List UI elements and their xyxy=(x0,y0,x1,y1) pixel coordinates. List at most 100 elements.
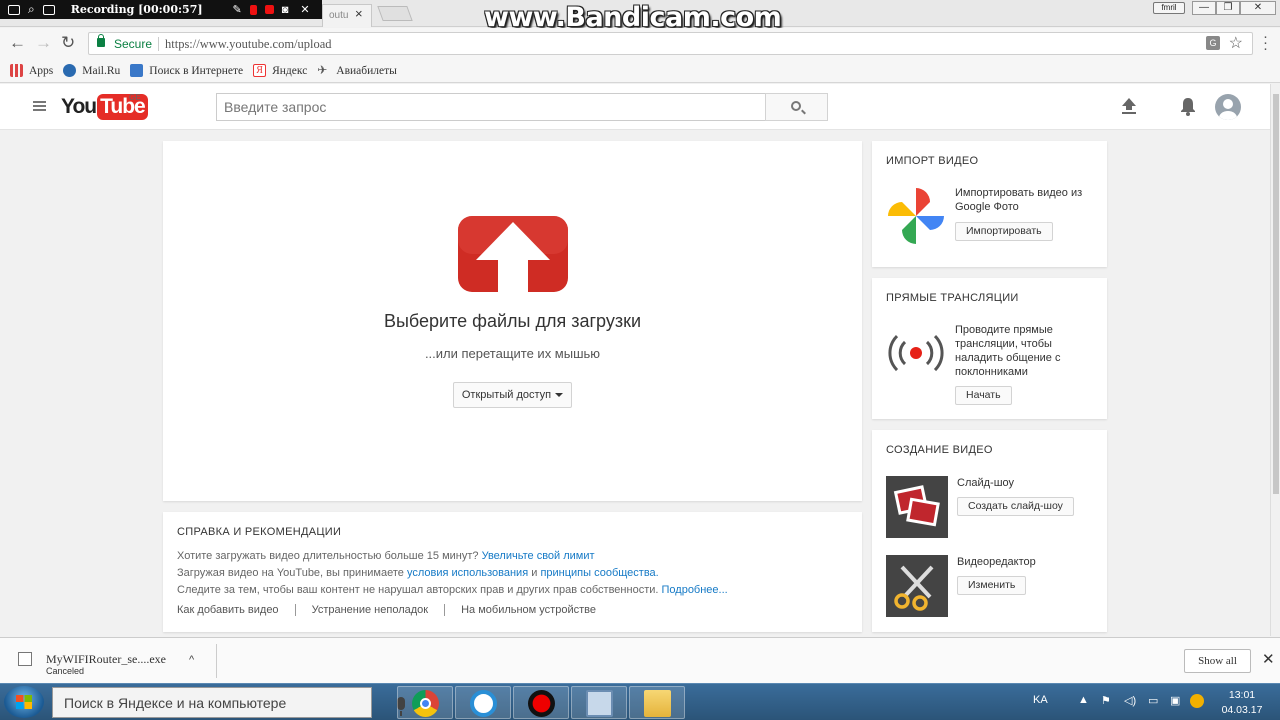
network-app-icon xyxy=(586,690,613,717)
window-icon[interactable] xyxy=(8,4,20,15)
help-links: Как добавить видео Устранение неполадок … xyxy=(177,604,612,616)
chrome-icon xyxy=(412,690,439,717)
new-tab-button[interactable] xyxy=(377,6,413,21)
taskbar-explorer[interactable] xyxy=(629,686,685,719)
windows-logo-icon xyxy=(16,695,32,709)
guide-menu-icon[interactable] xyxy=(33,101,46,111)
download-filename[interactable]: MyWIFIRouter_se....exe xyxy=(46,652,166,667)
download-status: Canceled xyxy=(46,666,85,676)
forward-icon[interactable]: → xyxy=(35,33,52,53)
tray-yandex-icon[interactable] xyxy=(1190,694,1204,708)
plane-icon: ✈ xyxy=(317,63,328,77)
import-description: Импортировать видео из Google Фото xyxy=(955,187,1083,213)
bookmark-avia[interactable]: ✈ Авиабилеты xyxy=(317,64,397,77)
search-icon xyxy=(791,101,801,111)
upload-title[interactable]: Выберите файлы для загрузки xyxy=(163,311,862,332)
video-editor-label: Видеоредактор xyxy=(957,556,1036,568)
taskbar-chrome[interactable] xyxy=(397,686,453,719)
region-icon[interactable] xyxy=(42,4,55,15)
pause-icon[interactable] xyxy=(249,4,257,15)
help-title: СПРАВКА И РЕКОМЕНДАЦИИ xyxy=(177,526,342,538)
browser-tab[interactable]: outu xyxy=(322,4,372,27)
taskbar-search[interactable]: Поиск в Яндексе и на компьютере xyxy=(52,687,405,718)
mobile-upload-link[interactable]: На мобильном устройстве xyxy=(444,604,612,616)
recording-timer: Recording [00:00:57] xyxy=(70,3,203,16)
language-indicator[interactable]: KA xyxy=(1033,694,1048,706)
tab-close-icon[interactable]: × xyxy=(355,6,363,21)
download-shelf: MyWIFIRouter_se....exe Canceled ^ Show a… xyxy=(0,637,1280,683)
upload-icon[interactable] xyxy=(1121,97,1137,115)
bookmark-mailru[interactable]: Mail.Ru xyxy=(63,64,120,77)
tray-arrow-icon[interactable]: ▲ xyxy=(1078,694,1089,706)
system-clock[interactable]: 13:01 04.03.17 xyxy=(1212,688,1272,718)
drag-hint: ...или перетащите их мышью xyxy=(424,346,601,361)
close-shelf-icon[interactable]: ✕ xyxy=(1262,650,1275,668)
folder-icon xyxy=(644,690,671,717)
window-close-button[interactable]: ✕ xyxy=(1240,1,1276,15)
bookmark-apps[interactable]: Apps xyxy=(10,64,53,77)
divider xyxy=(158,37,159,51)
flag-icon[interactable]: ⚑ xyxy=(1101,694,1111,707)
bookmark-search-web[interactable]: Поиск в Интернете xyxy=(130,64,243,77)
search-input[interactable]: Введите запрос xyxy=(216,93,766,121)
browser-toolbar: ← → ↻ Secure https://www.youtube.com/upl… xyxy=(0,28,1280,59)
guidelines-link[interactable]: принципы сообщества. xyxy=(540,567,658,579)
live-streaming-card: ПРЯМЫЕ ТРАНСЛЯЦИИ Проводите прямые транс… xyxy=(872,278,1107,419)
privacy-dropdown[interactable]: Открытый доступ xyxy=(453,382,572,408)
bookmark-star-icon[interactable]: ☆ xyxy=(1229,33,1243,53)
start-button[interactable] xyxy=(4,686,44,718)
circle-app-icon xyxy=(470,690,497,717)
increase-limit-link[interactable]: Увеличьте свой лимит xyxy=(482,550,595,562)
bookmark-yandex[interactable]: Я Яндекс xyxy=(253,64,307,77)
scrollbar-thumb[interactable] xyxy=(1273,94,1279,494)
file-icon xyxy=(18,652,32,666)
taskbar-bandicam[interactable] xyxy=(513,686,569,719)
start-live-button[interactable]: Начать xyxy=(955,386,1012,405)
translate-icon[interactable]: G xyxy=(1206,36,1220,50)
browser-menu-icon[interactable]: · · · xyxy=(1263,29,1268,56)
account-avatar[interactable] xyxy=(1215,94,1241,120)
lock-icon xyxy=(97,34,105,47)
maximize-button[interactable]: ❐ xyxy=(1216,1,1240,15)
reload-icon[interactable]: ↻ xyxy=(61,33,75,53)
edit-video-button[interactable]: Изменить xyxy=(957,576,1027,595)
terms-link[interactable]: условия использования xyxy=(407,567,528,579)
tray-app-icon[interactable]: ▣ xyxy=(1170,694,1180,707)
profile-chip[interactable]: fmril xyxy=(1153,2,1185,14)
back-icon[interactable]: ← xyxy=(9,33,26,53)
create-slideshow-button[interactable]: Создать слайд-шоу xyxy=(957,497,1074,516)
troubleshooting-link[interactable]: Устранение неполадок xyxy=(294,604,445,616)
address-bar[interactable]: Secure https://www.youtube.com/upload G … xyxy=(88,32,1253,55)
upload-card: Выберите файлы для загрузки ...или перет… xyxy=(163,141,862,501)
notifications-bell-icon[interactable] xyxy=(1179,97,1197,116)
volume-icon[interactable]: ◁) xyxy=(1124,694,1136,707)
search-button[interactable] xyxy=(765,93,828,121)
help-line-copyright: Следите за тем, чтобы ваш контент не нар… xyxy=(177,584,728,596)
chevron-up-icon[interactable]: ^ xyxy=(189,654,194,666)
divider xyxy=(216,644,217,678)
youtube-logo[interactable]: You Tube GE xyxy=(61,93,148,120)
url-text[interactable]: https://www.youtube.com/upload xyxy=(165,37,332,52)
create-video-card: СОЗДАНИЕ ВИДЕО Слайд-шоу Создать слайд-ш… xyxy=(872,430,1107,632)
import-video-card: ИМПОРТ ВИДЕО Импортировать видео из Goog… xyxy=(872,141,1107,267)
camera-icon[interactable]: ◙ xyxy=(282,4,289,16)
network-icon[interactable]: ▭ xyxy=(1148,694,1158,707)
slideshow-icon xyxy=(886,476,948,538)
yandex-icon: Я xyxy=(253,64,267,77)
zoom-icon[interactable]: ⌕ xyxy=(28,2,35,17)
import-title: ИМПОРТ ВИДЕО xyxy=(886,155,979,167)
pencil-icon[interactable]: ✎ xyxy=(233,3,242,16)
taskbar-app-2[interactable] xyxy=(455,686,511,719)
upload-arrow-icon[interactable] xyxy=(458,216,568,292)
minimize-button[interactable]: — xyxy=(1192,1,1216,15)
page-scrollbar[interactable] xyxy=(1270,84,1280,636)
how-to-upload-link[interactable]: Как добавить видео xyxy=(177,604,295,616)
more-link[interactable]: Подробнее... xyxy=(662,584,728,596)
create-title: СОЗДАНИЕ ВИДЕО xyxy=(886,444,993,456)
taskbar-app-4[interactable] xyxy=(571,686,627,719)
show-all-button[interactable]: Show all xyxy=(1184,649,1251,673)
live-description: Проводите прямые трансляции, чтобы налад… xyxy=(955,324,1061,378)
recorder-close-icon[interactable]: ✕ xyxy=(300,3,309,16)
import-button[interactable]: Импортировать xyxy=(955,222,1053,241)
stop-icon[interactable] xyxy=(264,5,274,14)
